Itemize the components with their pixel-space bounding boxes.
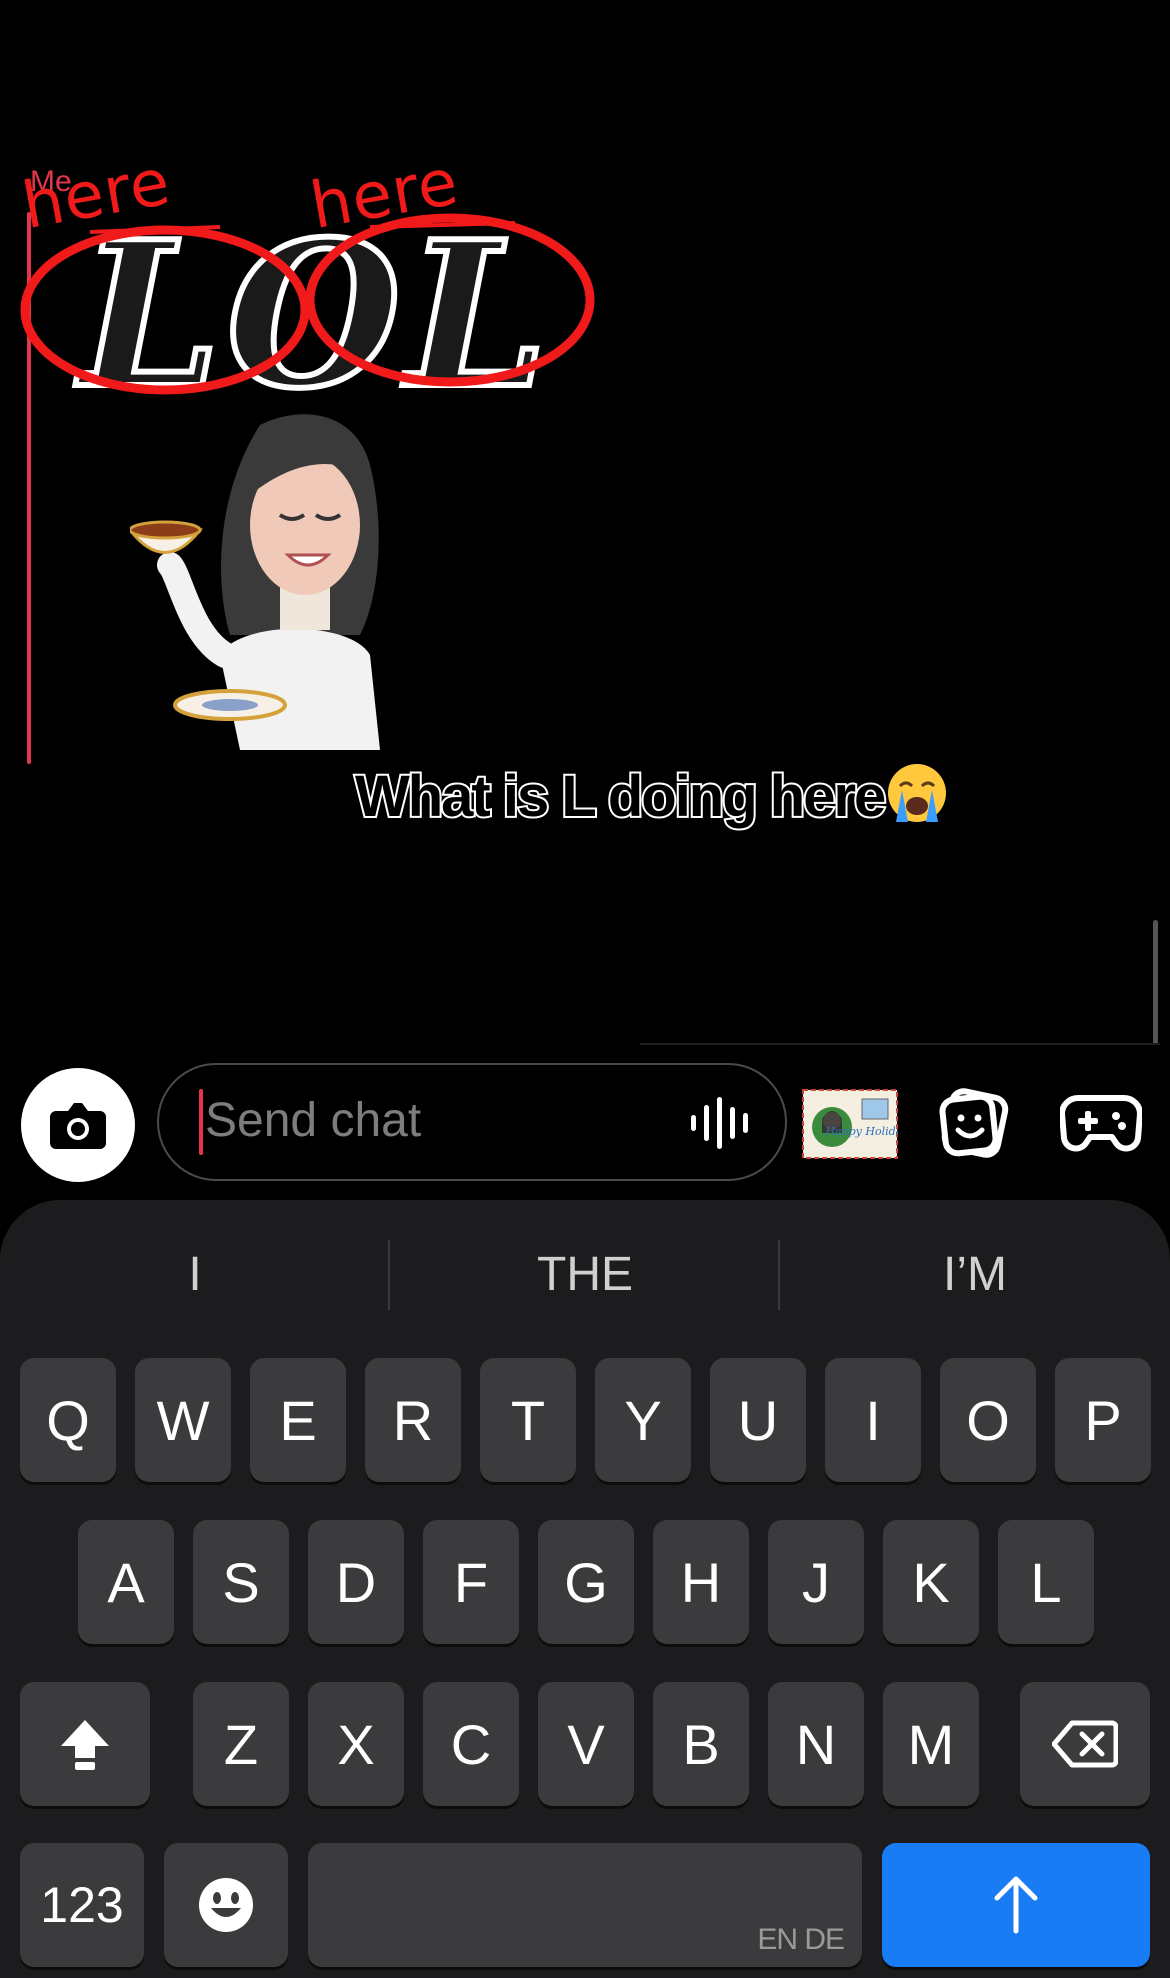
key-q[interactable]: Q (20, 1358, 116, 1482)
emoji-key[interactable] (164, 1843, 288, 1967)
key-f[interactable]: F (423, 1520, 519, 1644)
scrollbar[interactable] (1153, 920, 1158, 1045)
key-n[interactable]: N (768, 1682, 864, 1806)
postcard-sticker-button[interactable]: Happy Holidays! (802, 1089, 898, 1159)
memories-icon[interactable] (938, 1088, 1012, 1158)
postcard-text: Happy Holidays! (824, 1125, 898, 1138)
suggestion-3[interactable]: I’M (780, 1235, 1170, 1315)
numbers-key[interactable]: 123 (20, 1843, 144, 1967)
camera-icon (50, 1103, 106, 1149)
backspace-key[interactable] (1020, 1682, 1150, 1806)
key-c[interactable]: C (423, 1682, 519, 1806)
key-l[interactable]: L (998, 1520, 1094, 1644)
key-d[interactable]: D (308, 1520, 404, 1644)
caption-text: What is L doing here (353, 762, 948, 831)
voice-waveform-icon[interactable] (687, 1095, 759, 1151)
key-p[interactable]: P (1055, 1358, 1151, 1482)
key-u[interactable]: U (710, 1358, 806, 1482)
key-o[interactable]: O (940, 1358, 1036, 1482)
shift-icon (61, 1720, 109, 1770)
key-x[interactable]: X (308, 1682, 404, 1806)
key-k[interactable]: K (883, 1520, 979, 1644)
chat-input-placeholder: Send chat (205, 1094, 422, 1147)
caption-label: What is L doing here (353, 762, 888, 831)
key-j[interactable]: J (768, 1520, 864, 1644)
loudly-crying-face-icon (888, 764, 947, 822)
key-a[interactable]: A (78, 1520, 174, 1644)
key-g[interactable]: G (538, 1520, 634, 1644)
lol-sticker[interactable]: LOL (10, 200, 610, 420)
key-r[interactable]: R (365, 1358, 461, 1482)
key-b[interactable]: B (653, 1682, 749, 1806)
chat-input[interactable]: Send chat (157, 1063, 787, 1181)
key-i[interactable]: I (825, 1358, 921, 1482)
key-w[interactable]: W (135, 1358, 231, 1482)
chat-area: Me here here LOL What is L doing here (0, 0, 1170, 1050)
text-cursor (199, 1089, 203, 1155)
suggestion-2[interactable]: THE (390, 1235, 780, 1315)
space-key[interactable]: EN DE (308, 1843, 862, 1967)
key-s[interactable]: S (193, 1520, 289, 1644)
game-controller-icon[interactable] (1060, 1088, 1142, 1158)
key-h[interactable]: H (653, 1520, 749, 1644)
backspace-icon (1052, 1720, 1118, 1768)
emoji-icon (199, 1878, 253, 1932)
key-y[interactable]: Y (595, 1358, 691, 1482)
key-v[interactable]: V (538, 1682, 634, 1806)
bitmoji-avatar[interactable] (130, 405, 470, 755)
key-e[interactable]: E (250, 1358, 346, 1482)
key-m[interactable]: M (883, 1682, 979, 1806)
language-label: EN DE (757, 1923, 845, 1956)
send-arrow-icon (994, 1876, 1038, 1934)
key-z[interactable]: Z (193, 1682, 289, 1806)
camera-button[interactable] (21, 1068, 135, 1182)
key-t[interactable]: T (480, 1358, 576, 1482)
send-key[interactable] (882, 1843, 1150, 1967)
suggestion-1[interactable]: I (0, 1235, 390, 1315)
divider (640, 1043, 1160, 1045)
shift-key[interactable] (20, 1682, 150, 1806)
